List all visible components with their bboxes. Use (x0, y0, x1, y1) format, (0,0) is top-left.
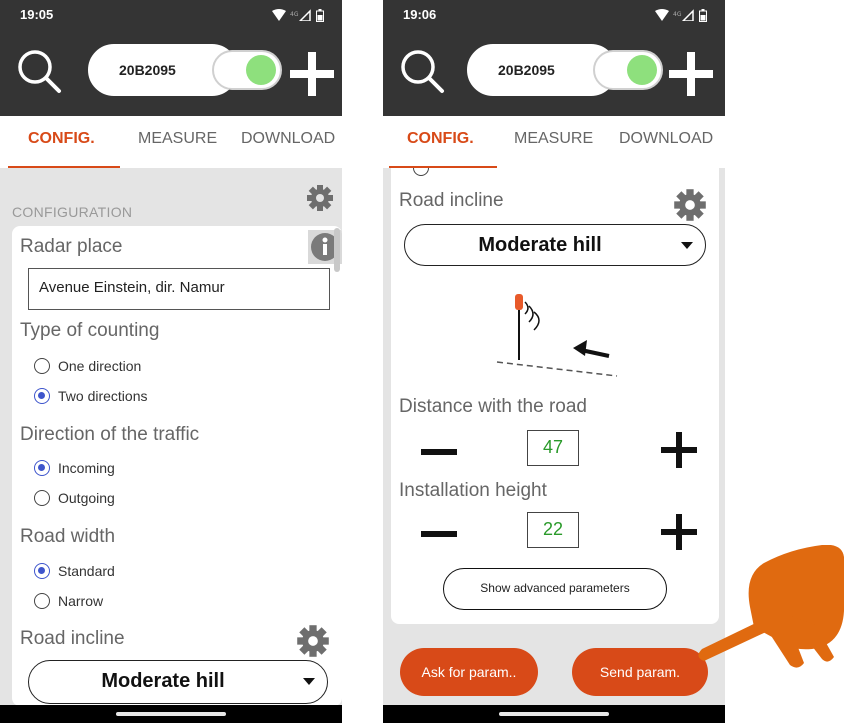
pointing-hand-icon (698, 545, 844, 668)
radar-place-input[interactable]: Avenue Einstein, dir. Namur (28, 268, 330, 310)
show-advanced-button[interactable]: Show advanced parameters (443, 568, 667, 610)
device-id-label: 20B2095 (119, 62, 176, 78)
connection-toggle[interactable] (212, 50, 282, 90)
active-tab-indicator (8, 166, 120, 168)
radio-incoming[interactable]: Incoming (34, 460, 115, 476)
radio-label: Narrow (58, 593, 104, 609)
tab-download[interactable]: DOWNLOAD (241, 130, 335, 148)
road-incline-label: Road incline (399, 190, 504, 211)
tab-config[interactable]: CONFIG. (407, 130, 474, 148)
tab-bar: CONFIG. MEASURE DOWNLOAD (0, 116, 342, 168)
chevron-down-icon (681, 242, 693, 249)
distance-label: Distance with the road (399, 396, 587, 417)
gear-icon[interactable] (306, 184, 334, 212)
search-icon[interactable] (397, 46, 447, 96)
radio-two-directions[interactable]: Two directions (34, 388, 147, 404)
height-label: Installation height (399, 480, 547, 501)
phone-screen-config: 19:05 4G 20B2095 CONFIG. MEASURE DOWNLOA… (0, 0, 342, 723)
home-gesture-bar[interactable] (499, 712, 609, 716)
home-gesture-bar[interactable] (116, 712, 226, 716)
tab-download[interactable]: DOWNLOAD (619, 130, 713, 148)
minus-icon[interactable] (417, 512, 461, 556)
radio-button (34, 490, 50, 506)
connection-toggle[interactable] (593, 50, 663, 90)
section-title: CONFIGURATION (12, 204, 133, 220)
counting-type-label: Type of counting (20, 320, 160, 341)
svg-text:4G: 4G (673, 11, 682, 18)
app-bar: 20B2095 (383, 28, 725, 116)
gear-icon[interactable] (296, 624, 330, 658)
radio-label: Standard (58, 563, 115, 579)
radar-incline-illustration-icon (496, 294, 618, 377)
config-card: Radar place Avenue Einstein, dir. Namur … (12, 226, 342, 706)
app-bar: 20B2095 (0, 28, 342, 116)
radio-narrow[interactable]: Narrow (34, 593, 103, 609)
config-card: Road incline Moderate hill Distance with… (391, 168, 719, 624)
device-id-label: 20B2095 (498, 62, 555, 78)
status-time: 19:06 (403, 7, 437, 22)
gear-icon[interactable] (673, 188, 707, 222)
road-width-label: Road width (20, 526, 116, 547)
radio-label: One direction (58, 358, 142, 374)
radar-place-label: Radar place (20, 236, 123, 257)
status-time: 19:05 (20, 7, 54, 22)
radio-one-direction[interactable]: One direction (34, 358, 141, 374)
radio-label: Incoming (58, 460, 115, 476)
distance-input[interactable]: 47 (527, 430, 579, 466)
select-value: Moderate hill (101, 670, 225, 692)
ask-param-button[interactable]: Ask for param.. (400, 648, 538, 696)
signal-icon: 4G (290, 9, 311, 21)
status-icons: 4G (655, 8, 707, 22)
tab-bar: CONFIG. MEASURE DOWNLOAD (383, 116, 725, 168)
radio-button-checked (34, 563, 50, 579)
signal-icon: 4G (673, 9, 694, 21)
toggle-knob (627, 55, 657, 85)
road-incline-label: Road incline (20, 628, 125, 649)
battery-icon (699, 8, 707, 22)
battery-icon (316, 8, 324, 22)
search-icon[interactable] (14, 46, 64, 96)
radio-button-partial[interactable] (413, 168, 429, 176)
phone-screen-config-scrolled: 19:06 4G 20B2095 CONFIG. MEASURE DOWNLOA… (383, 0, 725, 723)
radio-label: Outgoing (58, 490, 115, 506)
radio-button-checked (34, 460, 50, 476)
select-value: Moderate hill (478, 234, 602, 256)
radio-standard[interactable]: Standard (34, 563, 115, 579)
chevron-down-icon (303, 678, 315, 685)
tab-measure[interactable]: MEASURE (514, 130, 593, 148)
tab-config[interactable]: CONFIG. (28, 130, 95, 148)
road-incline-select[interactable]: Moderate hill (28, 660, 328, 704)
wifi-icon (272, 9, 286, 21)
road-incline-select[interactable]: Moderate hill (404, 224, 706, 266)
status-icons: 4G (272, 8, 324, 22)
traffic-direction-label: Direction of the traffic (20, 424, 200, 445)
status-bar: 19:06 4G (383, 0, 725, 28)
wifi-icon (655, 9, 669, 21)
plus-icon[interactable] (667, 50, 715, 98)
radio-button (34, 593, 50, 609)
scrollbar[interactable] (334, 228, 340, 272)
navigation-bar (0, 705, 342, 723)
plus-icon[interactable] (288, 50, 336, 98)
height-input[interactable]: 22 (527, 512, 579, 548)
radio-label: Two directions (58, 388, 148, 404)
minus-icon[interactable] (417, 430, 461, 474)
plus-icon[interactable] (657, 428, 701, 472)
navigation-bar (383, 705, 725, 723)
send-param-button[interactable]: Send param. (572, 648, 708, 696)
radio-button (34, 358, 50, 374)
status-bar: 19:05 4G (0, 0, 342, 28)
tab-measure[interactable]: MEASURE (138, 130, 217, 148)
radio-button-checked (34, 388, 50, 404)
toggle-knob (246, 55, 276, 85)
radio-outgoing[interactable]: Outgoing (34, 490, 115, 506)
svg-text:4G: 4G (290, 11, 299, 18)
